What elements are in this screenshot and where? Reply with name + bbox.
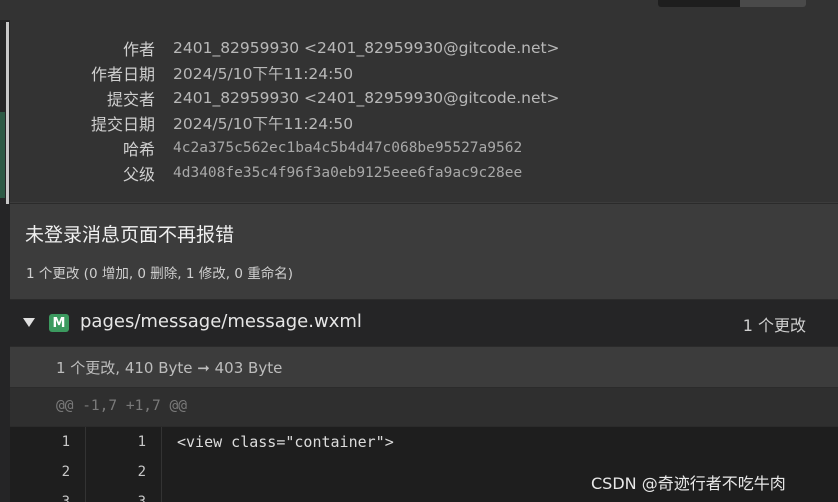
left-gutter: [0, 20, 10, 502]
file-path[interactable]: pages/message/message.wxml: [80, 311, 362, 332]
watermark: CSDN @奇迹行者不吃牛肉: [591, 474, 786, 493]
commit-date-value: 2024/5/10下午11:24:50: [173, 114, 354, 133]
hash-label: 哈希: [122, 139, 155, 159]
code-text: <view class="container">: [177, 433, 394, 451]
change-stats: 1 个更改 (0 增加, 0 删除, 1 修改, 0 重命名): [26, 266, 293, 282]
new-line-number: 3: [87, 487, 162, 502]
hash-value[interactable]: 4c2a375c562ec1ba4c5b4d47c068be95527a9562: [173, 140, 522, 156]
title-bar: [0, 0, 838, 20]
committer-label: 提交者: [106, 89, 155, 109]
toolbar-segment-left[interactable]: [658, 0, 740, 7]
parent-label: 父级: [122, 164, 155, 184]
file-change-count: 1 个更改: [742, 316, 806, 335]
new-line-number: 2: [87, 457, 162, 487]
code-line: 1 1 <view class="container">: [10, 427, 838, 457]
parent-row: 父级 4d3408fe35c4f96f3a0eb9125eee6fa9ac9c2…: [10, 160, 838, 185]
commit-message-panel: 未登录消息页面不再报错 1 个更改 (0 增加, 0 删除, 1 修改, 0 重…: [10, 204, 838, 299]
old-line-number: 2: [10, 457, 86, 487]
modified-badge: M: [49, 314, 69, 332]
author-date-value: 2024/5/10下午11:24:50: [173, 64, 354, 83]
commit-date-label: 提交日期: [90, 114, 155, 134]
hunk-header-row: @@ -1,7 +1,7 @@: [10, 388, 838, 426]
file-size-info-row: 1 个更改, 410 Byte ➞ 403 Byte: [10, 347, 838, 387]
old-line-number: 3: [10, 487, 86, 502]
author-date-row: 作者日期 2024/5/10下午11:24:50: [10, 60, 838, 85]
selection-indicator: [6, 22, 9, 204]
chevron-down-icon[interactable]: [23, 318, 35, 327]
author-row: 作者 2401_82959930 <2401_82959930@gitcode.…: [10, 35, 838, 60]
author-label: 作者: [122, 39, 155, 59]
hunk-header: @@ -1,7 +1,7 @@: [56, 398, 187, 414]
old-line-number: 1: [10, 427, 86, 457]
author-value[interactable]: 2401_82959930 <2401_82959930@gitcode.net…: [173, 39, 560, 57]
committer-row: 提交者 2401_82959930 <2401_82959930@gitcode…: [10, 85, 838, 110]
commit-message-title: 未登录消息页面不再报错: [25, 224, 235, 246]
graph-accent: [0, 112, 5, 198]
commit-meta-panel: 作者 2401_82959930 <2401_82959930@gitcode.…: [10, 20, 838, 203]
parent-value[interactable]: 4d3408fe35c4f96f3a0eb9125eee6fa9ac9c28ee: [173, 165, 522, 181]
toolbar-segment-right[interactable]: [740, 0, 806, 7]
new-line-number: 1: [87, 427, 162, 457]
file-header[interactable]: M pages/message/message.wxml 1 个更改: [10, 300, 838, 346]
file-size-info: 1 个更改, 410 Byte ➞ 403 Byte: [56, 359, 283, 377]
committer-value[interactable]: 2401_82959930 <2401_82959930@gitcode.net…: [173, 89, 560, 107]
hash-row: 哈希 4c2a375c562ec1ba4c5b4d47c068be95527a9…: [10, 135, 838, 160]
author-date-label: 作者日期: [90, 64, 155, 84]
commit-date-row: 提交日期 2024/5/10下午11:24:50: [10, 110, 838, 135]
